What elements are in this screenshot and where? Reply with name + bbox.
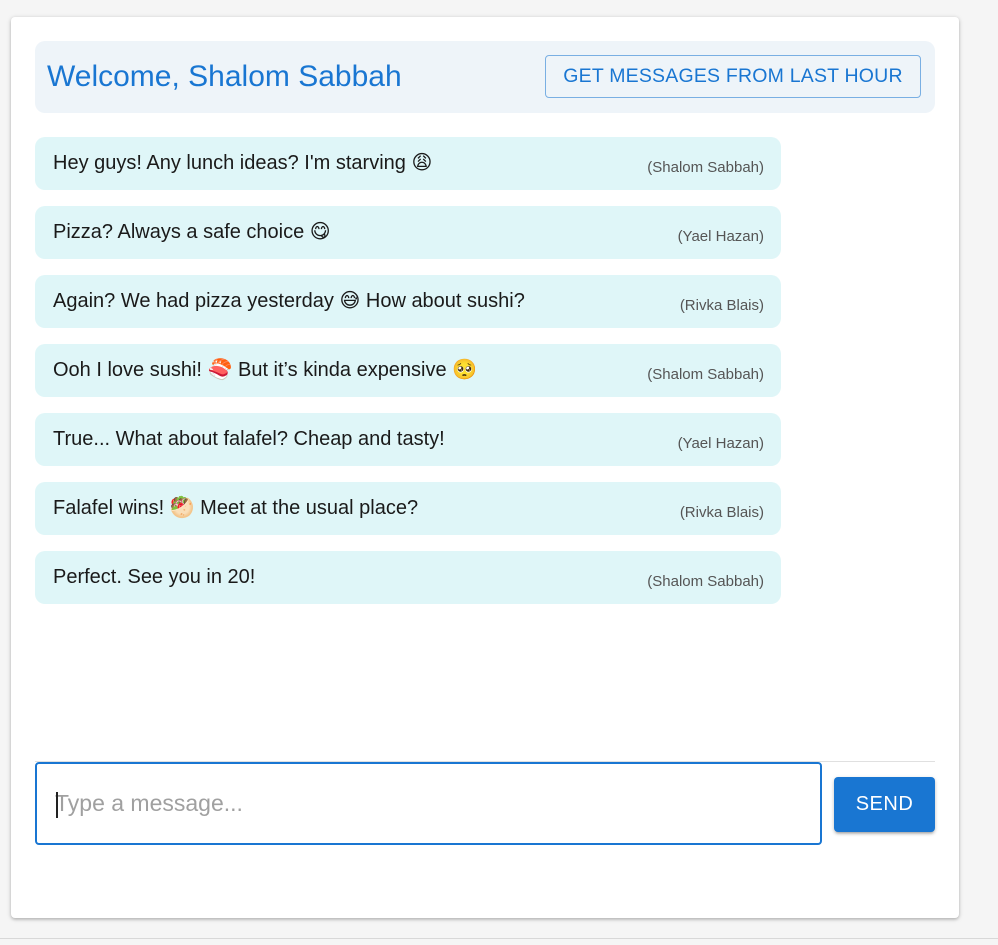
message-bubble: Hey guys! Any lunch ideas? I'm starving … xyxy=(35,137,781,190)
message-input-container[interactable] xyxy=(35,762,822,845)
message-author: (Yael Hazan) xyxy=(677,435,764,452)
message-list: Hey guys! Any lunch ideas? I'm starving … xyxy=(35,137,781,620)
chat-card: Welcome, Shalom Sabbah GET MESSAGES FROM… xyxy=(11,17,959,918)
get-last-hour-messages-button[interactable]: GET MESSAGES FROM LAST HOUR xyxy=(545,55,921,98)
message-author: (Shalom Sabbah) xyxy=(647,573,764,590)
chat-header: Welcome, Shalom Sabbah GET MESSAGES FROM… xyxy=(35,41,935,113)
message-author: (Yael Hazan) xyxy=(677,228,764,245)
message-bubble: True... What about falafel? Cheap and ta… xyxy=(35,413,781,466)
message-bubble: Perfect. See you in 20! (Shalom Sabbah) xyxy=(35,551,781,604)
message-author: (Rivka Blais) xyxy=(679,504,764,521)
message-text: Ooh I love sushi! 🍣 But it’s kinda expen… xyxy=(53,359,478,381)
message-author: (Shalom Sabbah) xyxy=(647,159,764,176)
message-author: (Shalom Sabbah) xyxy=(647,366,764,383)
message-bubble: Falafel wins! 🥙 Meet at the usual place?… xyxy=(35,482,781,535)
message-bubble: Pizza? Always a safe choice 😋 (Yael Haza… xyxy=(35,206,781,259)
message-input[interactable] xyxy=(37,764,820,843)
message-text: Hey guys! Any lunch ideas? I'm starving … xyxy=(53,152,433,174)
message-text: Again? We had pizza yesterday 😅 How abou… xyxy=(53,290,525,312)
message-text: Perfect. See you in 20! xyxy=(53,566,256,588)
text-cursor xyxy=(56,792,58,818)
welcome-title: Welcome, Shalom Sabbah xyxy=(47,60,402,93)
message-bubble: Ooh I love sushi! 🍣 But it’s kinda expen… xyxy=(35,344,781,397)
message-text: Falafel wins! 🥙 Meet at the usual place? xyxy=(53,497,419,519)
message-author: (Rivka Blais) xyxy=(679,297,764,314)
send-button[interactable]: SEND xyxy=(834,777,935,832)
message-text: True... What about falafel? Cheap and ta… xyxy=(53,428,445,450)
message-text: Pizza? Always a safe choice 😋 xyxy=(53,221,331,243)
message-bubble: Again? We had pizza yesterday 😅 How abou… xyxy=(35,275,781,328)
